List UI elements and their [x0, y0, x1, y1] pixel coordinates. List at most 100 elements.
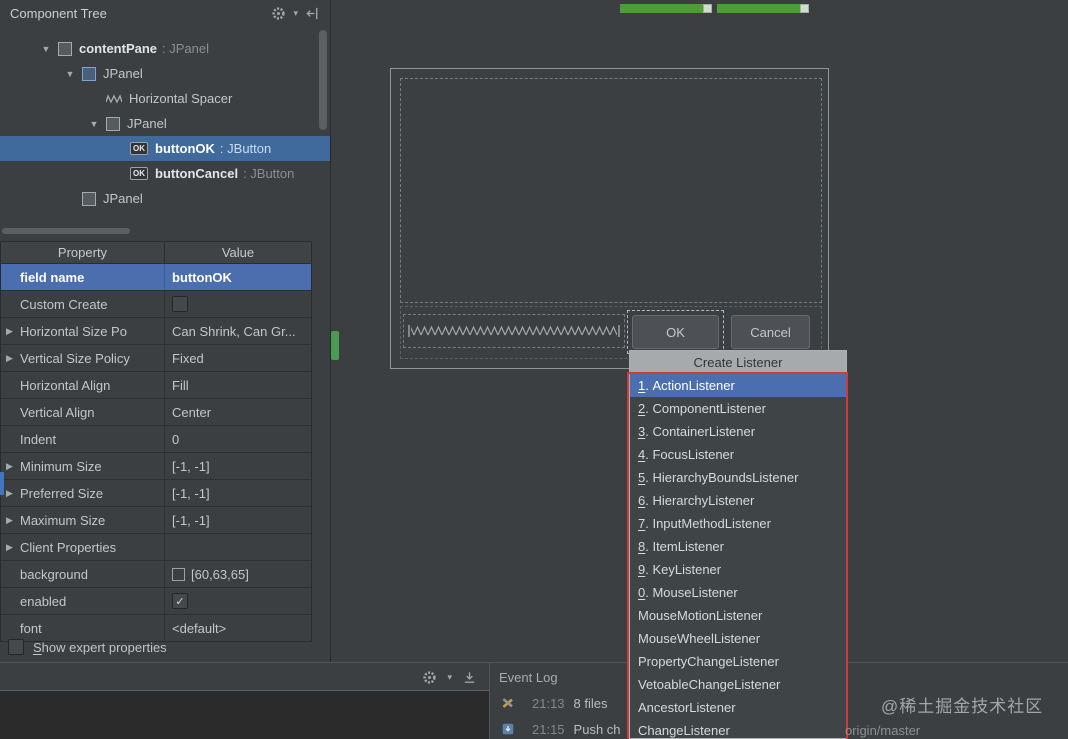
green-indicator-handle[interactable]	[703, 4, 712, 13]
component-tree-title: Component Tree	[10, 5, 107, 21]
gear-icon[interactable]	[422, 670, 437, 685]
tree-item-label: JPanel	[103, 66, 143, 81]
property-row-horizontal-align[interactable]: Horizontal Align Fill	[1, 372, 311, 399]
scrollbar-thumb[interactable]	[319, 30, 327, 130]
tree-item-jpanel[interactable]: ▼ JPanel	[0, 61, 330, 86]
property-row-custom-create[interactable]: Custom Create	[1, 291, 311, 318]
listener-item-mouselistener[interactable]: 0. MouseListener	[630, 581, 846, 604]
property-value[interactable]: Center	[165, 399, 311, 425]
property-name: font	[20, 620, 42, 636]
listener-item-hierarchyboundslistener[interactable]: 5. HierarchyBoundsListener	[630, 466, 846, 489]
design-content-panel[interactable]	[400, 78, 822, 303]
listener-item-focuslistener[interactable]: 4. FocusListener	[630, 443, 846, 466]
gear-icon[interactable]	[271, 6, 286, 21]
event-log-title[interactable]: Event Log	[499, 670, 558, 685]
property-expand-icon[interactable]: ▶	[6, 542, 20, 553]
listener-item-inputmethodlistener[interactable]: 7. InputMethodListener	[630, 512, 846, 535]
property-value[interactable]: Fill	[165, 372, 311, 398]
scrollbar-thumb[interactable]	[2, 228, 130, 234]
tree-item-horizontal spacer[interactable]: Horizontal Spacer	[0, 86, 330, 111]
property-value[interactable]: [-1, -1]	[165, 507, 311, 533]
property-expand-icon[interactable]: ▶	[6, 353, 20, 364]
property-row-background[interactable]: background [60,63,65]	[1, 561, 311, 588]
property-expand-icon[interactable]: ▶	[6, 326, 20, 337]
event-timestamp: 21:13	[532, 695, 565, 711]
expert-properties-toggle[interactable]: Show expert properties	[8, 639, 167, 655]
splitter-green-marker[interactable]	[331, 331, 339, 360]
listener-item-mousemotionlistener[interactable]: MouseMotionListener	[630, 604, 846, 627]
property-value[interactable]	[165, 291, 311, 317]
property-value[interactable]: Fixed	[165, 345, 311, 371]
event-text: 8 files	[573, 695, 608, 711]
tree-vertical-scrollbar[interactable]	[318, 28, 328, 226]
listener-item-vetoablechangelistener[interactable]: VetoableChangeListener	[630, 673, 846, 696]
tree-item-buttoncancel[interactable]: OK buttonCancel: JButton	[0, 161, 330, 186]
listener-item-propertychangelistener[interactable]: PropertyChangeListener	[630, 650, 846, 673]
property-row-vertical-align[interactable]: Vertical Align Center	[1, 399, 311, 426]
tree-item-jpanel[interactable]: JPanel	[0, 186, 330, 211]
tree-item-type: : JButton	[243, 166, 295, 181]
horizontal-spacer-icon	[106, 93, 122, 104]
listener-item-ancestorlistener[interactable]: AncestorListener	[630, 696, 846, 719]
property-value[interactable]: Can Shrink, Can Gr...	[165, 318, 311, 344]
download-icon[interactable]	[462, 670, 477, 685]
checkbox-checked-icon[interactable]: ✓	[172, 593, 188, 609]
property-value[interactable]: [-1, -1]	[165, 453, 311, 479]
jpanel-icon	[58, 41, 72, 56]
popup-title: Create Listener	[630, 351, 846, 374]
listener-item-containerlistener[interactable]: 3. ContainerListener	[630, 420, 846, 443]
property-value-text: <default>	[172, 620, 227, 636]
tree-item-label: contentPane	[79, 41, 158, 56]
value-column-header[interactable]: Value	[165, 242, 311, 263]
tree-expand-icon[interactable]: ▼	[58, 69, 82, 79]
property-row-minimum-size[interactable]: ▶ Minimum Size [-1, -1]	[1, 453, 311, 480]
property-value-text: buttonOK	[172, 269, 232, 285]
property-row-font[interactable]: font <default>	[1, 615, 311, 641]
design-ok-button[interactable]: OK	[632, 315, 719, 349]
listener-item-hierarchylistener[interactable]: 6. HierarchyListener	[630, 489, 846, 512]
listener-item-itemlistener[interactable]: 8. ItemListener	[630, 535, 846, 558]
component-tree-panel: Component Tree ▾ ▼ contentPane: JPanel ▼ JP…	[0, 0, 331, 662]
design-horizontal-spacer[interactable]	[403, 314, 625, 348]
listener-item-keylistener[interactable]: 9. KeyListener	[630, 558, 846, 581]
scroll-from-source-icon[interactable]	[305, 6, 320, 21]
property-value[interactable]: buttonOK	[165, 264, 311, 290]
listener-item-mousewheellistener[interactable]: MouseWheelListener	[630, 627, 846, 650]
green-indicator-handle[interactable]	[800, 4, 809, 13]
listener-item-componentlistener[interactable]: 2. ComponentListener	[630, 397, 846, 420]
property-column-header[interactable]: Property	[1, 242, 165, 263]
property-value[interactable]: [60,63,65]	[165, 561, 311, 587]
property-expand-icon[interactable]: ▶	[6, 461, 20, 472]
tree-item-contentpane[interactable]: ▼ contentPane: JPanel	[0, 36, 330, 61]
property-value[interactable]	[165, 534, 311, 560]
listener-item-actionlistener[interactable]: 1. ActionListener	[630, 374, 846, 397]
property-value[interactable]: [-1, -1]	[165, 480, 311, 506]
tree-expand-icon[interactable]: ▼	[34, 44, 58, 54]
design-cancel-button[interactable]: Cancel	[731, 315, 810, 349]
property-row-client-properties[interactable]: ▶ Client Properties	[1, 534, 311, 561]
property-name: Horizontal Size Po	[20, 323, 127, 339]
ide-window: OK Cancel Component Tree ▾ ▼ contentPane:…	[0, 0, 1068, 739]
property-value[interactable]: <default>	[165, 615, 311, 641]
property-value[interactable]: 0	[165, 426, 311, 452]
tree-expand-icon[interactable]: ▼	[82, 119, 106, 129]
listener-item-changelistener[interactable]: ChangeListener	[630, 719, 846, 738]
property-row-enabled[interactable]: enabled ✓	[1, 588, 311, 615]
property-row-maximum-size[interactable]: ▶ Maximum Size [-1, -1]	[1, 507, 311, 534]
property-row-horizontal-size-po[interactable]: ▶ Horizontal Size Po Can Shrink, Can Gr...	[1, 318, 311, 345]
checkbox-unchecked-icon[interactable]	[172, 296, 188, 312]
git-branch-label[interactable]: origin/master	[845, 723, 920, 738]
property-row-vertical-size-policy[interactable]: ▶ Vertical Size Policy Fixed	[1, 345, 311, 372]
property-row-indent[interactable]: Indent 0	[1, 426, 311, 453]
tree-item-buttonok[interactable]: OK buttonOK: JButton	[0, 136, 330, 161]
property-expand-icon[interactable]: ▶	[6, 488, 20, 499]
checkbox-unchecked-icon[interactable]	[8, 639, 24, 655]
jbutton-icon: OK	[130, 142, 148, 155]
tree-horizontal-scrollbar[interactable]	[0, 227, 312, 235]
property-row-field-name[interactable]: field name buttonOK	[1, 264, 311, 291]
property-expand-icon[interactable]: ▶	[6, 515, 20, 526]
tree-item-jpanel[interactable]: ▼ JPanel	[0, 111, 330, 136]
property-value[interactable]: ✓	[165, 588, 311, 614]
property-row-preferred-size[interactable]: ▶ Preferred Size [-1, -1]	[1, 480, 311, 507]
property-name: background	[20, 566, 88, 582]
